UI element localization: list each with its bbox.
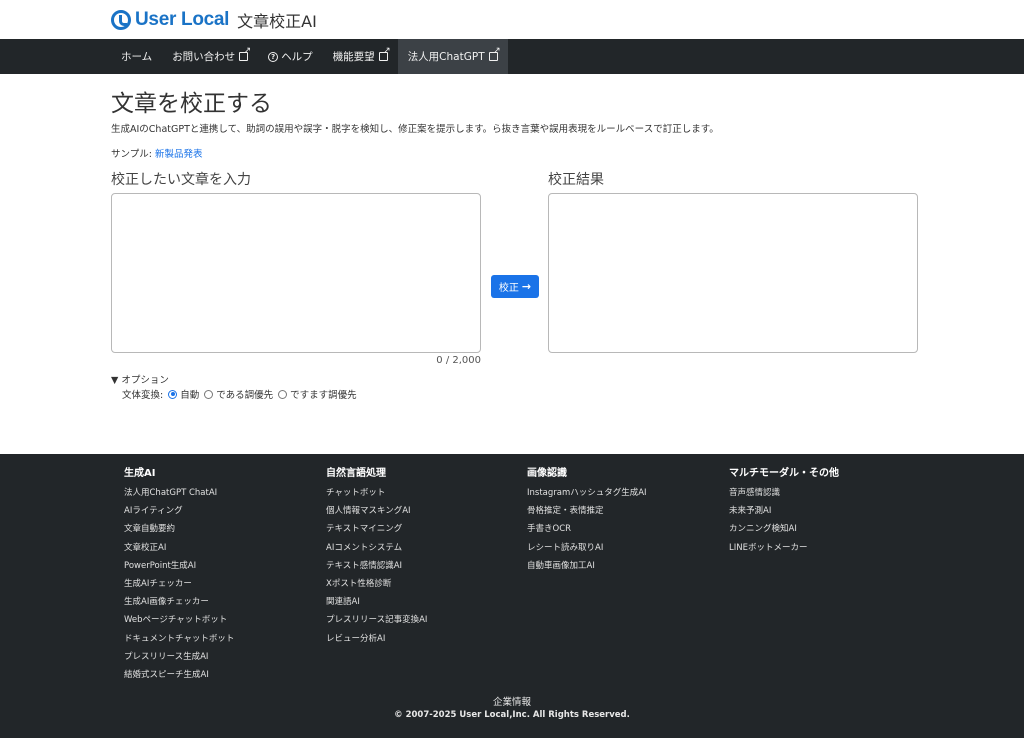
user-local-logo-icon xyxy=(111,10,131,30)
footer-link[interactable]: PowerPoint生成AI xyxy=(124,561,234,579)
footer-link-list: 音声感情認識 未来予測AI カンニング検知AI LINEボットメーカー xyxy=(729,488,839,561)
footer-link[interactable]: 未来予測AI xyxy=(729,506,839,524)
result-label: 校正結果 xyxy=(548,172,604,188)
nav-item-label: 機能要望 xyxy=(332,51,375,63)
footer-link[interactable]: 関連語AI xyxy=(326,597,427,615)
question-circle-icon: ? xyxy=(268,51,279,62)
external-link-icon xyxy=(488,47,501,61)
footer-link[interactable]: 音声感情認識 xyxy=(729,488,839,506)
footer-link[interactable]: 個人情報マスキングAI xyxy=(326,506,427,524)
char-counter: 0 / 2,000 xyxy=(436,355,481,366)
proofread-button[interactable]: 校正 → xyxy=(491,275,539,298)
page-title: 文章を校正する xyxy=(111,91,272,117)
footer-link[interactable]: 生成AIチェッカー xyxy=(124,579,234,597)
sample-prefix: サンプル: xyxy=(111,149,155,160)
nav-item-help[interactable]: ? ヘルプ xyxy=(258,39,323,74)
arrow-right-icon: → xyxy=(521,280,532,293)
radio-auto[interactable] xyxy=(168,389,178,399)
footer-link[interactable]: 法人用ChatGPT ChatAI xyxy=(124,488,234,506)
navbar: ホーム お問い合わせ ? ヘルプ 機能要望 法人用ChatGPT xyxy=(0,39,1024,74)
footer-link[interactable]: Webページチャットボット xyxy=(124,615,234,633)
footer-link[interactable]: レシート読み取りAI xyxy=(527,543,647,561)
nav-item-label: ホーム xyxy=(121,51,153,63)
footer-link[interactable]: Instagramハッシュタグ生成AI xyxy=(527,488,647,506)
footer-link[interactable]: 文章自動要約 xyxy=(124,524,234,542)
nav-item-label: お問い合わせ xyxy=(172,51,236,63)
footer-link[interactable]: 文章校正AI xyxy=(124,543,234,561)
footer-link-list: 法人用ChatGPT ChatAI AIライティング 文章自動要約 文章校正AI Pow… xyxy=(124,488,234,688)
page-description: 生成AIのChatGPTと連携して、助詞の誤用や誤字・脱字を検知し、修正案を提示… xyxy=(111,124,719,135)
footer-link-list: Instagramハッシュタグ生成AI 骨格推定・表情推定 手書きOCR レシート読み… xyxy=(527,488,647,579)
footer-link[interactable]: AIライティング xyxy=(124,506,234,524)
radio-dearu-label[interactable]: である調優先 xyxy=(216,387,273,401)
external-link-icon xyxy=(239,47,251,61)
sample-line: サンプル: 新製品発表 xyxy=(111,146,202,160)
footer-link[interactable]: ドキュメントチャットボット xyxy=(124,634,234,652)
footer-heading: 生成AI xyxy=(124,468,156,479)
style-label: 文体変換: xyxy=(122,390,164,401)
footer-link-list: チャットボット 個人情報マスキングAI テキストマイニング AIコメントシステム テキス… xyxy=(326,488,427,652)
footer-col-image-recognition: 画像認識 Instagramハッシュタグ生成AI 骨格推定・表情推定 手書きOCR レ… xyxy=(527,468,647,579)
footer-link[interactable]: 骨格推定・表情推定 xyxy=(527,506,647,524)
footer-link[interactable]: プレスリリース記事変換AI xyxy=(326,615,427,633)
footer-link[interactable]: 自動車画像加工AI xyxy=(527,561,647,579)
footer-link[interactable]: LINEボットメーカー xyxy=(729,543,839,561)
footer-col-multimodal: マルチモーダル・その他 音声感情認識 未来予測AI カンニング検知AI LINEボット… xyxy=(729,468,839,561)
sample-link[interactable]: 新製品発表 xyxy=(155,149,203,160)
nav-item-label: 法人用ChatGPT xyxy=(407,51,485,63)
nav-item-corporate-chatgpt[interactable]: 法人用ChatGPT xyxy=(397,39,508,74)
proofread-button-label: 校正 xyxy=(498,283,519,294)
text-input[interactable] xyxy=(111,193,481,353)
radio-desumasu[interactable] xyxy=(278,389,288,399)
footer-link[interactable]: 生成AI画像チェッカー xyxy=(124,597,234,615)
radio-dearu[interactable] xyxy=(204,389,214,399)
result-output xyxy=(548,193,918,353)
nav-item-feature-request[interactable]: 機能要望 xyxy=(323,39,398,74)
footer-link[interactable]: レビュー分析AI xyxy=(326,634,427,652)
nav-item-home[interactable]: ホーム xyxy=(111,39,162,74)
logo-text: User Local xyxy=(135,9,230,30)
copyright: © 2007-2025 User Local,Inc. All Rights R… xyxy=(394,710,630,720)
footer-link[interactable]: 手書きOCR xyxy=(527,524,647,542)
company-info-link[interactable]: 企業情報 xyxy=(0,694,1024,708)
footer-link[interactable]: 結婚式スピーチ生成AI xyxy=(124,670,234,688)
footer-heading: 画像認識 xyxy=(527,468,567,479)
footer-link[interactable]: テキスト感情認識AI xyxy=(326,561,427,579)
nav-item-contact[interactable]: お問い合わせ xyxy=(162,39,258,74)
footer-link[interactable]: チャットボット xyxy=(326,488,427,506)
options-toggle[interactable]: ▼ オプション xyxy=(111,372,169,386)
footer-col-nlp: 自然言語処理 チャットボット 個人情報マスキングAI テキストマイニング AIコメント… xyxy=(326,468,427,652)
style-conversion-row: 文体変換: 自動 である調優先 ですます調優先 xyxy=(122,387,357,401)
input-label: 校正したい文章を入力 xyxy=(111,172,251,188)
footer-heading: 自然言語処理 xyxy=(326,468,386,479)
app-title: 文章校正AI xyxy=(237,12,317,31)
nav-items: ホーム お問い合わせ ? ヘルプ 機能要望 法人用ChatGPT xyxy=(111,39,508,74)
radio-desumasu-label[interactable]: ですます調優先 xyxy=(290,387,357,401)
site-header: User Local 文章校正AI xyxy=(0,0,1024,39)
footer-heading: マルチモーダル・その他 xyxy=(729,468,839,479)
nav-item-label: ヘルプ xyxy=(281,51,313,63)
brand[interactable]: User Local 文章校正AI xyxy=(111,8,317,32)
footer-link[interactable]: AIコメントシステム xyxy=(326,543,427,561)
site-footer: 生成AI 法人用ChatGPT ChatAI AIライティング 文章自動要約 文章校正… xyxy=(0,454,1024,738)
footer-link[interactable]: プレスリリース生成AI xyxy=(124,652,234,670)
footer-link[interactable]: カンニング検知AI xyxy=(729,524,839,542)
footer-col-generative-ai: 生成AI 法人用ChatGPT ChatAI AIライティング 文章自動要約 文章校正… xyxy=(124,468,234,688)
radio-auto-label[interactable]: 自動 xyxy=(180,387,199,401)
external-link-icon xyxy=(378,47,391,61)
footer-link[interactable]: テキストマイニング xyxy=(326,524,427,542)
footer-link[interactable]: Xポスト性格診断 xyxy=(326,579,427,597)
